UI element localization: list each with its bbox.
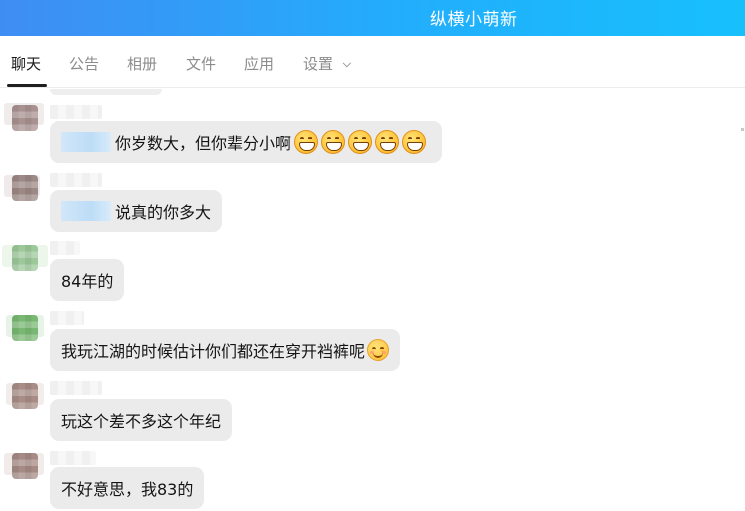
tab-settings-label: 设置 (303, 55, 334, 73)
sender-name (50, 451, 96, 465)
mention-highlight (61, 132, 111, 152)
mention-highlight (61, 201, 111, 221)
avatar[interactable] (12, 315, 38, 341)
tab-settings[interactable]: 设置 (303, 54, 352, 74)
avatar[interactable] (12, 453, 38, 479)
message-text: 我玩江湖的时候估计你们都还在穿开裆裤呢 (61, 342, 366, 361)
title-bar: 纵横小萌新 (0, 0, 745, 36)
chevron-down-icon (342, 58, 352, 68)
grinning-face-icon (321, 130, 346, 154)
message-bubble[interactable]: 我玩江湖的时候估计你们都还在穿开裆裤呢 (50, 329, 400, 371)
message-bubble-partial (50, 89, 162, 95)
message-text: 玩这个差不多这个年纪 (61, 412, 222, 431)
tab-announcements[interactable]: 公告 (69, 54, 99, 74)
avatar[interactable] (12, 175, 38, 201)
sender-name (50, 173, 102, 187)
tab-bar: 聊天 公告 相册 文件 应用 设置 (0, 36, 745, 131)
grinning-face-icon (375, 130, 400, 154)
sender-name (50, 241, 80, 255)
grinning-face-icon (348, 130, 373, 154)
message-bubble[interactable]: 你岁数大，但你辈分小啊 (50, 121, 442, 163)
grinning-face-icon (402, 130, 427, 154)
avatar[interactable] (12, 105, 38, 131)
message-bubble[interactable]: 玩这个差不多这个年纪 (50, 399, 232, 441)
message-text: 84年的 (61, 272, 114, 291)
sender-name (50, 105, 102, 119)
message-text: 不好意思，我83的 (61, 480, 194, 499)
smiling-face-icon (367, 339, 389, 361)
tab-apps[interactable]: 应用 (244, 54, 274, 74)
tab-chat[interactable]: 聊天 (11, 54, 41, 74)
tab-files[interactable]: 文件 (186, 54, 216, 74)
window-title: 纵横小萌新 (430, 10, 518, 30)
avatar[interactable] (12, 245, 38, 271)
sender-name (50, 381, 102, 395)
tab-album[interactable]: 相册 (127, 54, 157, 74)
message-bubble[interactable]: 84年的 (50, 259, 124, 301)
chat-message-list[interactable]: 你岁数大，但你辈分小啊 说真的你多大 84年的 我玩江湖的时候估计你们都还在穿开… (0, 89, 745, 511)
avatar[interactable] (12, 383, 38, 409)
message-bubble[interactable]: 不好意思，我83的 (50, 467, 204, 509)
message-text: 你岁数大，但你辈分小啊 (115, 134, 292, 153)
sender-name (50, 311, 84, 325)
message-text: 说真的你多大 (114, 203, 211, 222)
active-tab-indicator (7, 84, 47, 87)
grinning-face-icon (294, 130, 319, 154)
message-bubble[interactable]: 说真的你多大 (50, 190, 222, 232)
